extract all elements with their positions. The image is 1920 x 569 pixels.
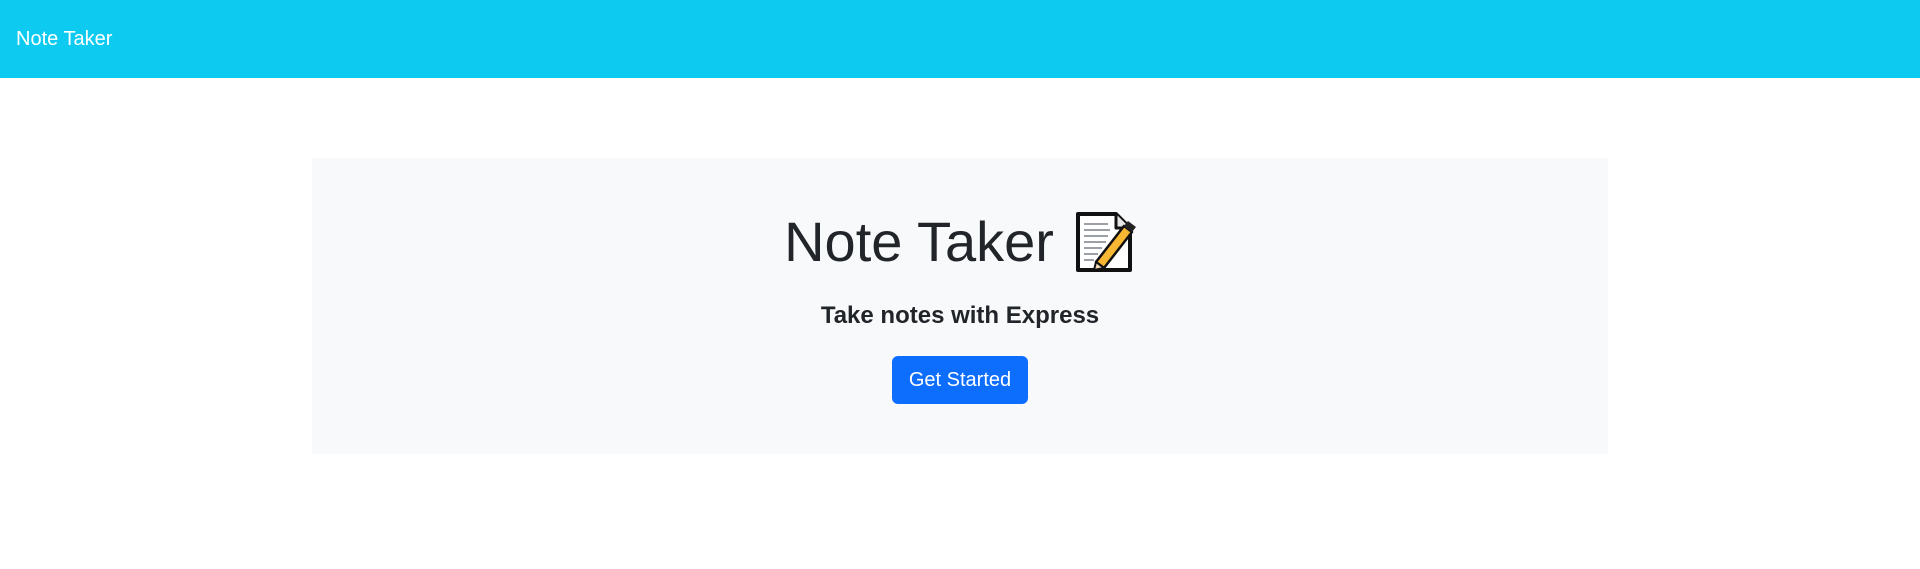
hero-subtitle: Take notes with Express	[820, 302, 1100, 329]
hero-title-row: Note Taker	[784, 210, 1136, 274]
memo-icon	[1075, 212, 1136, 272]
hero-jumbotron: Note Taker Take notes with Express Get S…	[312, 158, 1608, 454]
get-started-button[interactable]: Get Started	[891, 356, 1029, 404]
page-title: Note Taker	[784, 210, 1054, 273]
navbar: Note Taker	[0, 0, 1920, 78]
navbar-brand[interactable]: Note Taker	[16, 28, 112, 51]
